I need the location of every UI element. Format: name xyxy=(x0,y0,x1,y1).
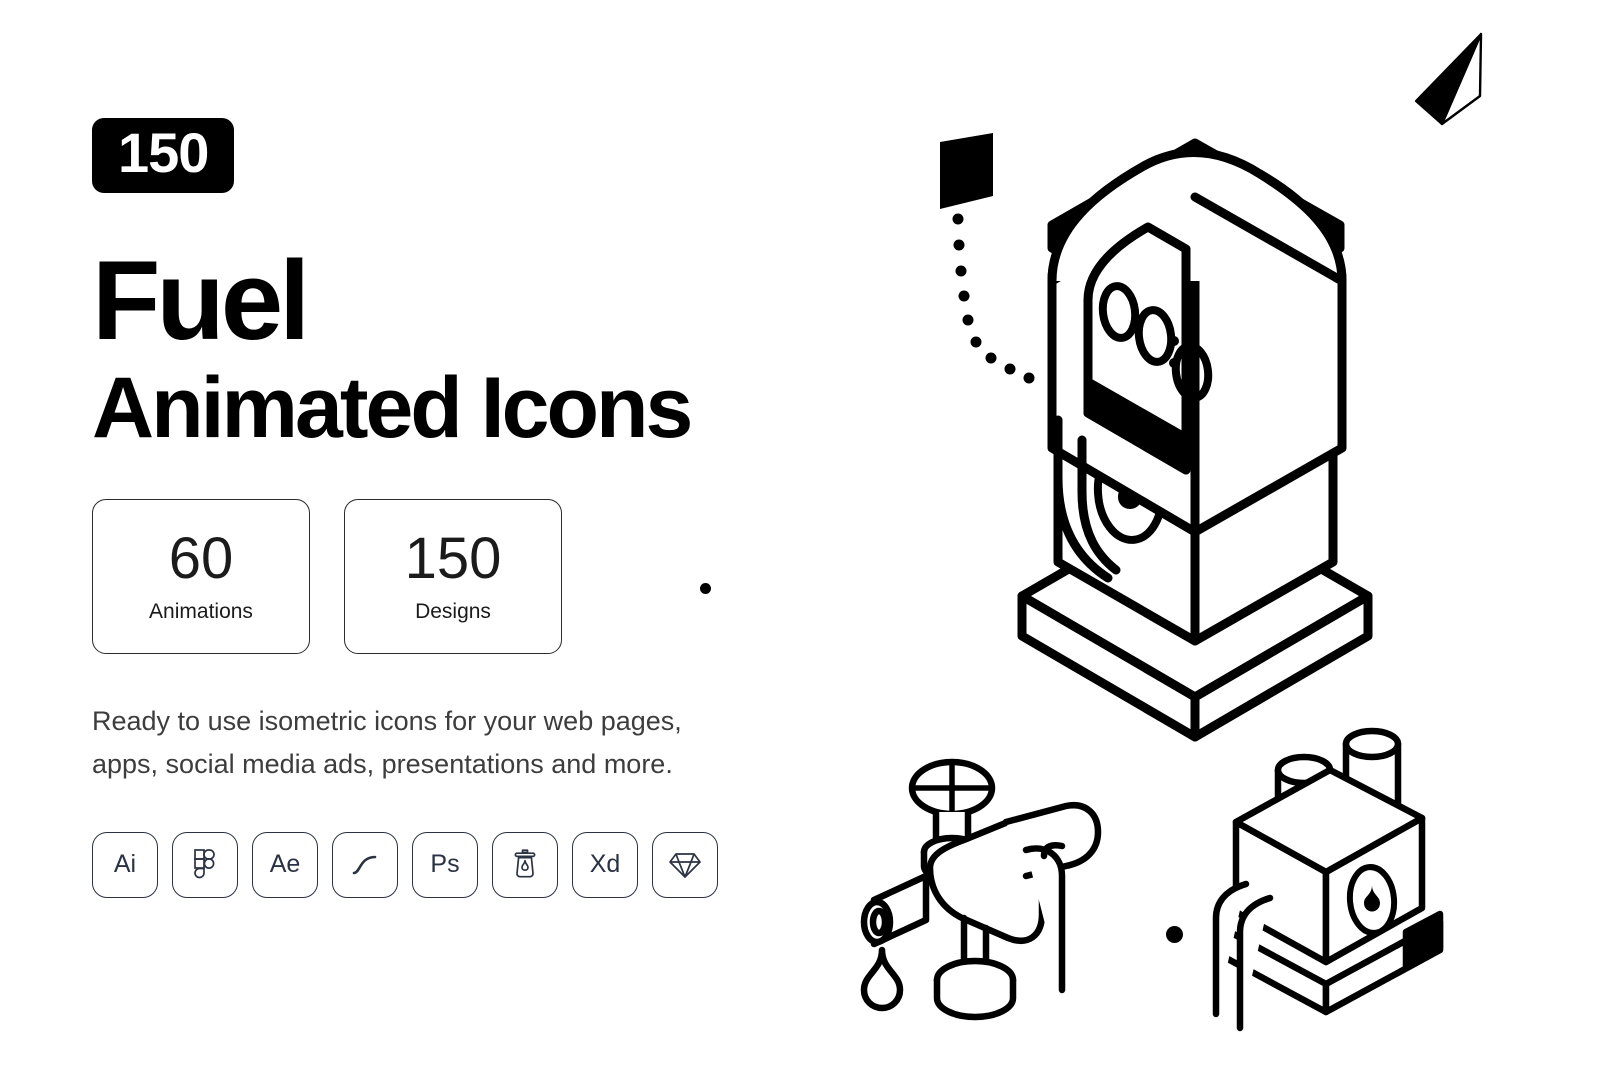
curve-badge xyxy=(332,831,398,898)
xd-label: Xd xyxy=(589,850,621,879)
figma-badge xyxy=(172,831,238,898)
photoshop-badge: Ps xyxy=(412,831,478,898)
after-effects-label: Ae xyxy=(269,850,301,879)
stat-label-designs: Designs xyxy=(415,599,491,623)
description-text: Ready to use isometric icons for your we… xyxy=(92,706,682,780)
isometric-fuel-illustration xyxy=(860,32,1483,1032)
isometric-fuel-pump xyxy=(1017,138,1373,742)
paper-plane-icon xyxy=(1414,32,1483,126)
stat-card-animations: 60 Animations xyxy=(92,499,310,655)
illustration-area xyxy=(830,0,1600,1067)
content-column: 150 Fuel Animated Icons 60 Animations 15… xyxy=(92,118,852,898)
stat-value-designs: 150 xyxy=(404,525,502,591)
xd-badge: Xd xyxy=(572,831,638,898)
stat-card-designs: 150 Designs xyxy=(344,499,562,655)
decorative-dot-bottom xyxy=(1166,926,1183,943)
stats-row: 60 Animations 150 Designs xyxy=(92,499,852,655)
s-curve-icon xyxy=(349,852,381,878)
page-subtitle: Animated Icons xyxy=(92,360,693,457)
title-block: Fuel Animated Icons xyxy=(92,237,852,457)
stat-label-animations: Animations xyxy=(149,599,253,623)
isometric-valve-tap-icon xyxy=(860,758,1102,1021)
sketch-badge xyxy=(652,831,718,898)
isometric-fuel-station-icon xyxy=(1212,727,1444,1032)
icon-count-badge: 150 xyxy=(92,118,235,193)
dotted-trail-tag xyxy=(940,133,1035,384)
page-title: Fuel xyxy=(92,237,310,363)
lottie-badge xyxy=(492,831,558,898)
after-effects-badge: Ae xyxy=(252,831,318,898)
app-formats-row: Ai Ae Ps Xd xyxy=(92,831,852,898)
poster-canvas: 150 Fuel Animated Icons 60 Animations 15… xyxy=(0,0,1600,1067)
decorative-dot-left xyxy=(700,583,711,594)
illustrator-badge: Ai xyxy=(92,831,158,898)
honey-jar-icon xyxy=(511,848,539,882)
diamond-icon xyxy=(668,850,702,880)
figma-icon xyxy=(194,848,216,881)
photoshop-label: Ps xyxy=(430,850,460,879)
fuel-drop-emblem-small xyxy=(1346,864,1398,936)
illustrator-label: Ai xyxy=(113,850,137,879)
stat-value-animations: 60 xyxy=(168,525,234,591)
